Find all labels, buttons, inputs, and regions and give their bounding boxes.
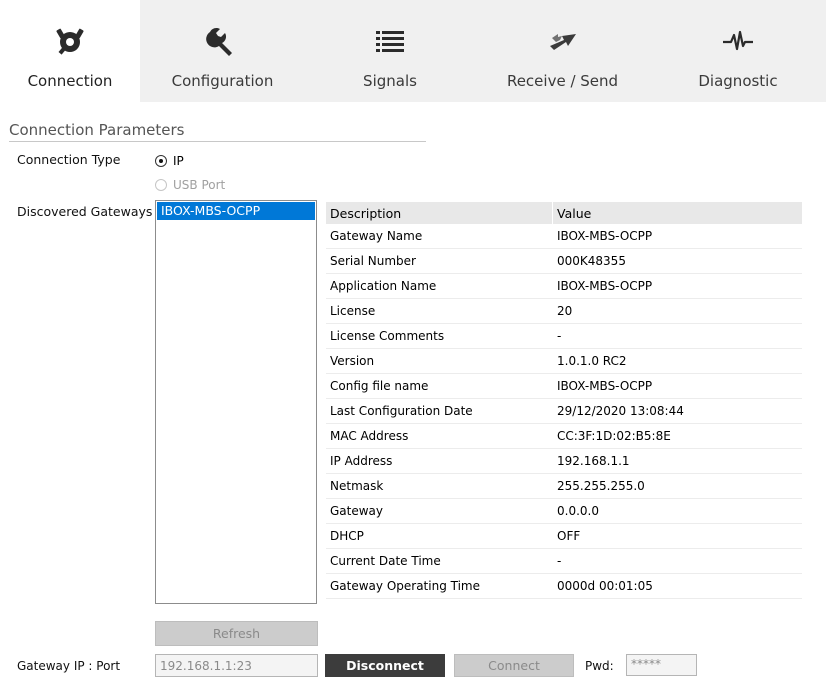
table-row[interactable]: Current Date Time - (326, 549, 802, 574)
cell-value: - (552, 324, 802, 348)
cell-value: IBOX-MBS-OCPP (552, 224, 802, 248)
section-divider (9, 141, 426, 142)
table-row[interactable]: Serial Number 000K48355 (326, 249, 802, 274)
tab-label: Diagnostic (698, 72, 778, 90)
discovered-gateways-label: Discovered Gateways (17, 204, 153, 219)
cell-description: Netmask (330, 479, 384, 493)
refresh-button[interactable]: Refresh (155, 621, 318, 646)
cell-description: Application Name (330, 279, 437, 293)
cell-description: Gateway Name (330, 229, 423, 243)
waveform-icon (718, 24, 758, 58)
table-row[interactable]: Application Name IBOX-MBS-OCPP (326, 274, 802, 299)
cell-value: 0.0.0.0 (552, 499, 802, 523)
section-title: Connection Parameters (9, 121, 185, 139)
cell-value: 192.168.1.1 (552, 449, 802, 473)
gateway-properties-table: Description Value Gateway Name IBOX-MBS-O… (326, 202, 802, 599)
tab-diagnostic[interactable]: Diagnostic (650, 0, 826, 102)
cell-value: 255.255.255.0 (552, 474, 802, 498)
tab-label: Connection (27, 72, 113, 90)
table-row[interactable]: DHCP OFF (326, 524, 802, 549)
disconnect-button[interactable]: Disconnect (325, 654, 445, 677)
cell-description: Version (330, 354, 375, 368)
tab-connection[interactable]: Connection (0, 0, 140, 102)
gateway-list-item[interactable]: IBOX-MBS-OCPP (157, 202, 315, 220)
radio-ip[interactable]: IP (155, 154, 184, 168)
tab-bar: Connection Configuration Signals Receive… (0, 0, 826, 102)
pwd-label: Pwd: (585, 659, 614, 673)
table-row[interactable]: Gateway Name IBOX-MBS-OCPP (326, 224, 802, 249)
table-row[interactable]: Gateway 0.0.0.0 (326, 499, 802, 524)
cell-description: Gateway (330, 504, 384, 518)
column-header-description[interactable]: Description (326, 202, 552, 224)
cell-value: 1.0.1.0 RC2 (552, 349, 802, 373)
cell-value: 20 (552, 299, 802, 323)
cell-description: Serial Number (330, 254, 416, 268)
radio-label-usb: USB Port (173, 178, 226, 192)
radio-button-ip[interactable] (155, 155, 167, 167)
wrench-icon (203, 24, 243, 58)
table-row[interactable]: Config file name IBOX-MBS-OCPP (326, 374, 802, 399)
tab-label: Configuration (171, 72, 274, 90)
cell-description: License Comments (330, 329, 445, 343)
cell-description: Gateway Operating Time (330, 579, 480, 593)
cell-value: 29/12/2020 13:08:44 (552, 399, 802, 423)
table-row[interactable]: Version 1.0.1.0 RC2 (326, 349, 802, 374)
table-row[interactable]: License Comments - (326, 324, 802, 349)
table-row[interactable]: Netmask 255.255.255.0 (326, 474, 802, 499)
tab-signals[interactable]: Signals (305, 0, 475, 102)
table-header: Description Value (326, 202, 802, 224)
table-row[interactable]: MAC Address CC:3F:1D:02:B5:8E (326, 424, 802, 449)
radio-label-ip: IP (173, 154, 184, 168)
gateway-list[interactable]: IBOX-MBS-OCPP (155, 200, 317, 604)
connect-button[interactable]: Connect (454, 654, 574, 677)
table-row[interactable]: Gateway Operating Time 0000d 00:01:05 (326, 574, 802, 599)
cell-description: DHCP (330, 529, 364, 543)
cell-description: Config file name (330, 379, 429, 393)
arrows-icon (543, 24, 583, 58)
cell-value: OFF (552, 524, 802, 548)
cell-description: MAC Address (330, 429, 409, 443)
radio-usb-port[interactable]: USB Port (155, 178, 225, 192)
plug-icon (50, 24, 90, 58)
table-row[interactable]: Last Configuration Date 29/12/2020 13:08:… (326, 399, 802, 424)
connection-type-label: Connection Type (17, 152, 121, 167)
column-header-value[interactable]: Value (552, 202, 802, 224)
gateway-ip-port-input[interactable]: 192.168.1.1:23 (155, 654, 318, 677)
cell-description: License (330, 304, 376, 318)
table-row[interactable]: IP Address 192.168.1.1 (326, 449, 802, 474)
cell-description: Last Configuration Date (330, 404, 473, 418)
gateway-ip-port-label: Gateway IP : Port (17, 659, 121, 673)
tab-label: Receive / Send (506, 72, 619, 90)
cell-value: 0000d 00:01:05 (552, 574, 802, 598)
radio-button-usb[interactable] (155, 179, 167, 191)
cell-value: - (552, 549, 802, 573)
tab-configuration[interactable]: Configuration (140, 0, 305, 102)
cell-description: Current Date Time (330, 554, 441, 568)
table-row[interactable]: License 20 (326, 299, 802, 324)
password-input[interactable]: ***** (626, 654, 697, 676)
cell-value: CC:3F:1D:02:B5:8E (552, 424, 802, 448)
list-icon (370, 24, 410, 58)
cell-value: IBOX-MBS-OCPP (552, 274, 802, 298)
tab-receive-send[interactable]: Receive / Send (475, 0, 650, 102)
cell-value: 000K48355 (552, 249, 802, 273)
cell-value: IBOX-MBS-OCPP (552, 374, 802, 398)
cell-description: IP Address (330, 454, 393, 468)
tab-label: Signals (363, 72, 417, 90)
